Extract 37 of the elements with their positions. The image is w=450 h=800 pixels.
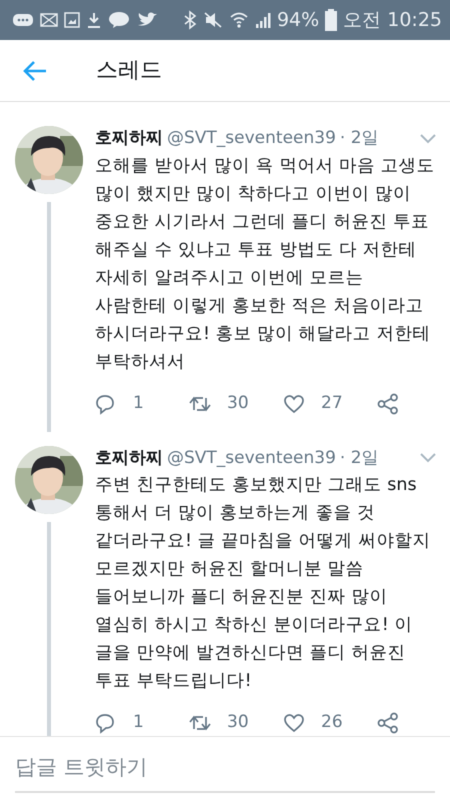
signal-icon: [254, 11, 271, 29]
battery-icon: [325, 9, 338, 31]
mail-icon: [40, 13, 58, 27]
page-title: 스레드: [96, 57, 162, 85]
retweet-button[interactable]: 30: [189, 390, 283, 416]
wifi-icon: [228, 11, 249, 29]
retweet-button[interactable]: 30: [189, 710, 283, 736]
like-icon: [283, 392, 305, 414]
download-icon: [86, 11, 102, 29]
like-button[interactable]: 27: [283, 390, 377, 416]
author-name: 호찌하찌: [95, 446, 163, 470]
reply-button[interactable]: 1: [95, 710, 189, 736]
bluetooth-icon: [182, 10, 197, 30]
like-button[interactable]: 26: [283, 710, 377, 736]
chevron-down-icon[interactable]: [420, 453, 436, 464]
reply-icon: [95, 712, 117, 734]
author-name: 호찌하찌: [95, 127, 163, 150]
author-handle: @SVT_seventeen39: [167, 127, 336, 150]
tweet-text: 오해를 받아서 많이 욕 먹어서 마음 고생도 많이 했지만 많이 착하다고 이번이 많이 중요한 시기라서 그런데 플디 허윤진 투표 해주실 수 있냐고 투표 방법도 다 저한테 자세히 알려주시고 이번에 모르는 사람한테 이렇게 홍보한 적은 처음이라고 하시더라구요! 홍보 많이 해달라고 저한테 부탁하셔서: [95, 154, 436, 374]
mute-icon: [202, 11, 223, 29]
chevron-down-icon[interactable]: [420, 134, 436, 144]
author-handle: @SVT_seventeen39: [167, 446, 336, 470]
tweet-time: · 2일: [340, 127, 379, 150]
speech-bubble-icon: [108, 11, 130, 29]
back-button[interactable]: [22, 60, 48, 82]
tweet-text: 주변 친구한테도 홍보했지만 그래도 sns 통해서 더 많이 홍보하는게 좋을 것 같더라구요! 글 끝마침을 어떻게 써야할지 모르겠지만 허윤진 할머니분 말씀 들어보니까 플디 허윤진분 진짜 많이 열심히 하시고 착하신 분이더라구요! 이 글을 만약에 발견하신다면 플디 허윤진 투표 부탁드립니다!: [95, 474, 432, 693]
back-arrow-icon: [22, 60, 48, 82]
image-icon: [64, 12, 80, 28]
chat-icon: [12, 12, 34, 28]
share-icon[interactable]: [377, 392, 399, 414]
like-icon: [283, 712, 305, 734]
battery-percentage: 94%: [276, 8, 320, 33]
clock: 오전 10:25: [343, 8, 442, 33]
reply-button[interactable]: 1: [95, 390, 189, 416]
reply-icon: [95, 392, 117, 414]
tweet-time: · 2일: [340, 446, 379, 470]
share-icon[interactable]: [377, 712, 399, 734]
